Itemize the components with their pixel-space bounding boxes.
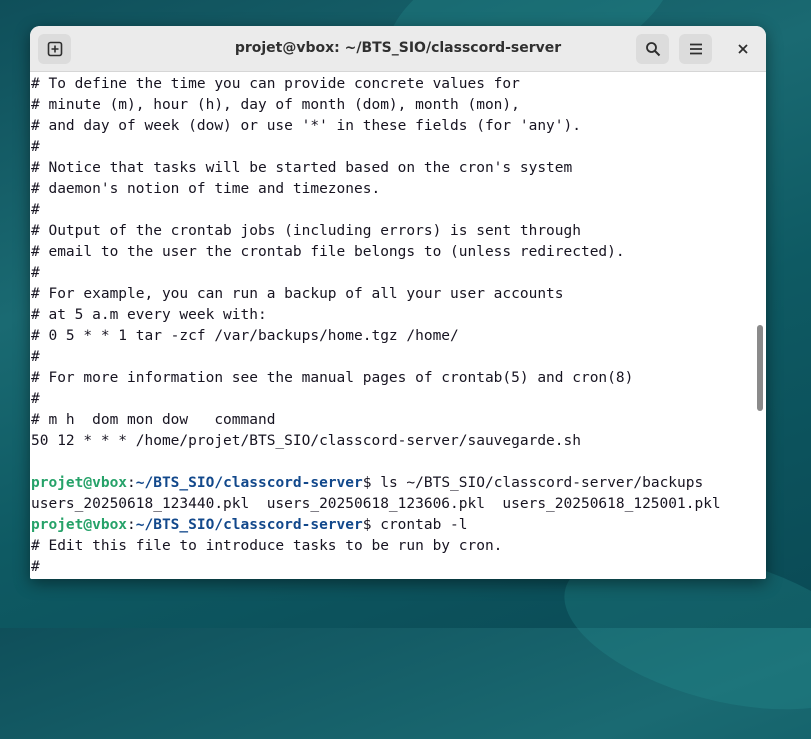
output-line: # Notice that tasks will be started base… [31, 160, 573, 176]
prompt-line: projet@vbox:~/BTS_SIO/classcord-server$ … [30, 473, 754, 494]
scrollbar[interactable] [754, 72, 766, 579]
close-icon [737, 44, 748, 54]
output-line: # For more information see the manual pa… [31, 370, 634, 386]
output-line: # [31, 559, 40, 575]
output-line: # minute (m), hour (h), day of month (do… [31, 97, 520, 113]
prompt-user: projet@vbox [31, 475, 128, 491]
close-button[interactable] [726, 34, 759, 64]
output-line: # [31, 139, 40, 155]
terminal-output[interactable]: # To define the time you can provide con… [30, 72, 754, 579]
headerbar: projet@vbox: ~/BTS_SIO/classcord-server [30, 26, 766, 72]
output-line: # m h dom mon dow command [31, 412, 276, 428]
output-line: # [31, 202, 40, 218]
command-text: crontab -l [380, 517, 468, 533]
search-icon [645, 42, 660, 57]
output-line: 50 12 * * * /home/projet/BTS_SIO/classco… [31, 433, 581, 449]
command-text: ls ~/BTS_SIO/classcord-server/backups [380, 475, 704, 491]
prompt-user: projet@vbox [31, 517, 128, 533]
terminal-window: projet@vbox: ~/BTS_SIO/classcord-server [30, 26, 766, 579]
new-tab-button[interactable] [38, 34, 71, 64]
prompt-path: ~/BTS_SIO/classcord-server [135, 517, 363, 533]
prompt-separator: : [127, 475, 136, 491]
output-line: # 0 5 * * 1 tar -zcf /var/backups/home.t… [31, 328, 459, 344]
prompt-line: projet@vbox:~/BTS_SIO/classcord-server$ … [30, 515, 754, 536]
scrollbar-thumb[interactable] [757, 325, 763, 411]
output-line: # at 5 a.m every week with: [31, 307, 267, 323]
output-line: # To define the time you can provide con… [31, 76, 520, 92]
output-line: # [31, 349, 40, 365]
prompt-symbol: $ [362, 517, 381, 533]
output-line: # Output of the crontab jobs (including … [31, 223, 581, 239]
output-line: # [31, 265, 40, 281]
output-line: # Edit this file to introduce tasks to b… [31, 538, 503, 554]
new-tab-icon [47, 41, 62, 57]
output-line: # daemon's notion of time and timezones. [31, 181, 381, 197]
prompt-symbol: $ [362, 475, 381, 491]
output-line: # and day of week (dow) or use '*' in th… [31, 118, 581, 134]
prompt-separator: : [127, 517, 136, 533]
output-line: # For example, you can run a backup of a… [31, 286, 564, 302]
main-menu-button[interactable] [679, 34, 712, 64]
prompt-path: ~/BTS_SIO/classcord-server [135, 475, 363, 491]
output-line: # email to the user the crontab file bel… [31, 244, 625, 260]
search-button[interactable] [636, 34, 669, 64]
hamburger-menu-icon [689, 43, 702, 55]
output-line: users_20250618_123440.pkl users_20250618… [31, 496, 721, 512]
output-line: # [31, 391, 40, 407]
